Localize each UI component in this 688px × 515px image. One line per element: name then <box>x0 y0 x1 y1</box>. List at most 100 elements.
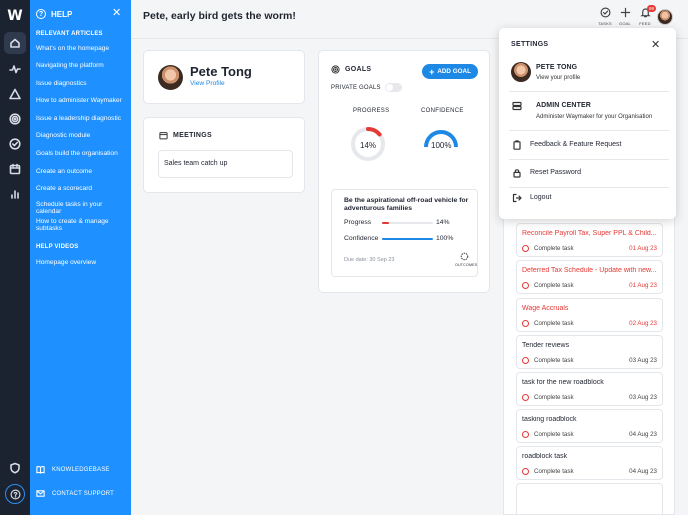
check-circle-icon[interactable] <box>7 136 23 152</box>
settings-divider <box>509 91 669 92</box>
confidence-label: CONFIDENCE <box>421 108 464 114</box>
goal-progress-fill <box>382 222 390 224</box>
help-article-link[interactable]: Create a scorecard <box>36 185 128 192</box>
confidence-gauge-value: 100% <box>431 141 452 150</box>
meetings-header: MEETINGS <box>159 131 212 140</box>
knowledgebase-link[interactable]: KNOWLEDGEBASE <box>36 465 110 474</box>
complete-checkbox[interactable] <box>522 394 529 401</box>
waymaker-logo[interactable]: W <box>5 8 25 24</box>
profile-card: Pete Tong View Profile <box>143 50 305 104</box>
goal-confidence-bar <box>382 238 433 240</box>
task-date: 03 Aug 23 <box>629 394 657 401</box>
warning-icon[interactable] <box>7 86 23 102</box>
complete-task-label: Complete task <box>534 357 574 364</box>
admin-center-item[interactable]: ADMIN CENTER Administer Waymaker for you… <box>499 96 676 128</box>
progress-label: PROGRESS <box>353 108 390 114</box>
videos-heading: HELP VIDEOS <box>36 244 79 250</box>
close-icon[interactable]: ✕ <box>651 38 660 51</box>
task-card[interactable]: Wage Accruals Complete task 02 Aug 23 <box>516 298 663 332</box>
shield-icon[interactable] <box>7 460 23 476</box>
task-card[interactable]: roadblock task Complete task 04 Aug 23 <box>516 446 663 480</box>
private-goals-label: PRIVATE GOALS <box>331 85 381 91</box>
complete-checkbox[interactable] <box>522 320 529 327</box>
task-date: 04 Aug 23 <box>629 468 657 475</box>
task-title: task for the new roadblock <box>522 379 604 386</box>
private-goals-toggle[interactable] <box>385 83 402 92</box>
target-icon[interactable] <box>7 111 23 127</box>
add-goal-button[interactable]: + ADD GOAL <box>422 64 478 79</box>
settings-menu: SETTINGS ✕ PETE TONG View your profile A… <box>499 28 676 219</box>
plus-icon <box>620 7 630 18</box>
task-card[interactable]: tasking roadblock Complete task 04 Aug 2… <box>516 409 663 443</box>
target-icon <box>331 65 340 74</box>
goal-item[interactable]: Be the aspirational off-road vehicle for… <box>331 189 478 277</box>
help-article-link[interactable]: Issue a leadership diagnostic <box>36 115 128 122</box>
goal-progress-label: Progress <box>344 219 372 226</box>
help-panel: ? HELP ✕ RELEVANT ARTICLES What's on the… <box>30 0 131 515</box>
outcomes-button[interactable]: OUTCOMES <box>455 252 477 267</box>
help-article-link[interactable]: What's on the homepage <box>36 45 128 52</box>
task-date: 03 Aug 23 <box>629 357 657 364</box>
complete-task-label: Complete task <box>534 431 574 438</box>
contact-support-link[interactable]: CONTACT SUPPORT <box>36 489 114 498</box>
help-article-link[interactable]: Diagnostic module <box>36 132 128 139</box>
help-title: HELP <box>51 9 73 19</box>
outcomes-icon <box>460 252 468 261</box>
help-article-link[interactable]: Issue diagnostics <box>36 80 128 87</box>
activity-icon[interactable] <box>7 61 23 77</box>
complete-checkbox[interactable] <box>522 431 529 438</box>
user-avatar[interactable] <box>657 9 673 25</box>
task-title: Wage Accruals <box>522 305 569 312</box>
calendar-icon[interactable] <box>7 161 23 177</box>
complete-task-label: Complete task <box>534 282 574 289</box>
reset-password-item[interactable]: Reset Password <box>499 165 676 181</box>
task-card-partial[interactable] <box>516 483 663 514</box>
task-card[interactable]: Tender reviews Complete task 03 Aug 23 <box>516 335 663 369</box>
goal-confidence-fill <box>382 238 433 240</box>
clipboard-icon <box>512 140 522 152</box>
settings-profile-item[interactable]: PETE TONG View your profile <box>499 58 676 90</box>
settings-title: SETTINGS <box>511 41 549 48</box>
help-article-link[interactable]: Navigating the platform <box>36 62 128 69</box>
complete-checkbox[interactable] <box>522 357 529 364</box>
task-title: roadblock task <box>522 453 568 460</box>
meeting-item[interactable]: Sales team catch up <box>158 150 293 178</box>
complete-checkbox[interactable] <box>522 282 529 289</box>
complete-task-label: Complete task <box>534 245 574 252</box>
add-goal-top-button[interactable]: GOAL <box>615 7 635 26</box>
goal-progress-bar <box>382 222 433 224</box>
feedback-item[interactable]: Feedback & Feature Request <box>499 137 676 153</box>
home-icon[interactable] <box>4 32 26 54</box>
profile-name: Pete Tong <box>190 64 252 79</box>
complete-checkbox[interactable] <box>522 468 529 475</box>
task-title: Tender reviews <box>522 342 570 349</box>
help-article-link[interactable]: How to administer Waymaker <box>36 97 128 104</box>
goal-confidence-value: 100% <box>436 235 454 242</box>
avatar <box>158 65 183 90</box>
help-article-link[interactable]: Schedule tasks in your calendar <box>36 201 128 215</box>
tasks-list: Reconcile Payroll Tax, Super PPL & Child… <box>503 210 675 515</box>
task-date: 02 Aug 23 <box>629 320 657 327</box>
progress-gauge-fill <box>366 127 382 137</box>
bar-chart-icon[interactable] <box>7 186 23 202</box>
check-circle-icon <box>600 7 610 18</box>
view-profile-link[interactable]: View Profile <box>190 80 225 87</box>
complete-checkbox[interactable] <box>522 245 529 252</box>
close-icon[interactable]: ✕ <box>112 8 121 19</box>
task-card[interactable]: Reconcile Payroll Tax, Super PPL & Child… <box>516 223 663 257</box>
feed-button[interactable]: FEED 69 <box>635 5 657 26</box>
avatar <box>511 62 531 82</box>
plus-icon: + <box>429 66 435 77</box>
task-card[interactable]: Deferred Tax Schedule - Update with new.… <box>516 260 663 294</box>
settings-divider <box>509 187 669 188</box>
help-article-link[interactable]: Create an outcome <box>36 168 128 175</box>
help-video-link[interactable]: Homepage overview <box>36 259 128 266</box>
tasks-button[interactable]: TASKS <box>595 7 615 26</box>
help-icon[interactable] <box>5 484 25 504</box>
help-header: ? HELP <box>36 9 72 19</box>
logout-item[interactable]: Logout <box>499 190 676 206</box>
help-article-link[interactable]: How to create & manage subtasks <box>36 218 128 232</box>
task-card[interactable]: task for the new roadblock Complete task… <box>516 372 663 406</box>
task-title: Reconcile Payroll Tax, Super PPL & Child… <box>522 230 657 237</box>
help-article-link[interactable]: Goals build the organisation <box>36 150 128 157</box>
